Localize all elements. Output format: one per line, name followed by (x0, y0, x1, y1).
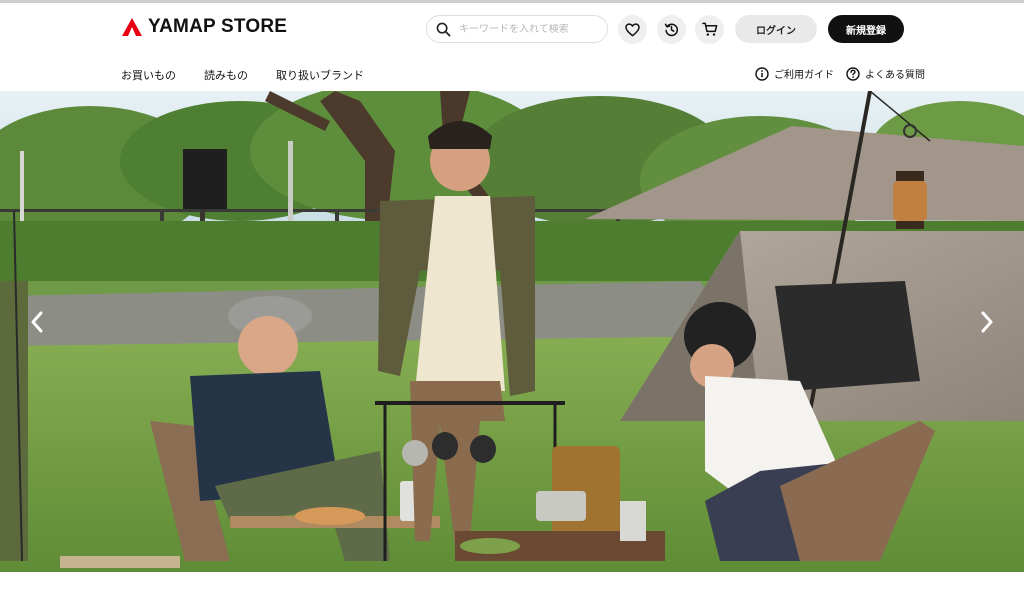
page-below-hero (0, 572, 1024, 605)
store-logo[interactable]: YAMAP STORE (121, 16, 287, 38)
faq-label: よくある質問 (865, 70, 925, 81)
info-icon (755, 66, 769, 81)
main-nav: お買いもの 読みもの 取り扱いブランド (121, 67, 364, 83)
search-box[interactable] (426, 15, 608, 43)
carousel-prev-button[interactable] (24, 309, 50, 335)
nav-reading[interactable]: 読みもの (204, 67, 248, 83)
site-header: YAMAP STORE ログイン 新規登録 お買いもの 読みもの 取り扱いブラン… (0, 3, 1024, 91)
cart-icon (701, 22, 717, 36)
search-icon (436, 22, 451, 36)
nav-shopping[interactable]: お買いもの (121, 67, 176, 83)
history-icon (664, 23, 678, 37)
question-icon (846, 66, 860, 81)
login-button[interactable]: ログイン (735, 15, 817, 43)
hero-image (0, 91, 1024, 572)
heart-icon (625, 22, 640, 36)
hero-carousel (0, 91, 1024, 572)
history-button[interactable] (657, 15, 686, 44)
guide-link[interactable]: ご利用ガイド (755, 66, 834, 81)
faq-link[interactable]: よくある質問 (846, 66, 925, 81)
search-input[interactable] (459, 23, 599, 35)
carousel-next-button[interactable] (974, 309, 1000, 335)
signup-button[interactable]: 新規登録 (828, 15, 904, 43)
guide-label: ご利用ガイド (774, 70, 834, 81)
favorites-button[interactable] (618, 15, 647, 44)
cart-button[interactable] (695, 15, 724, 44)
chevron-right-icon (981, 311, 993, 333)
mountain-logo-icon (122, 18, 142, 36)
nav-brands[interactable]: 取り扱いブランド (276, 67, 364, 83)
help-links: ご利用ガイド よくある質問 (755, 66, 925, 81)
chevron-left-icon (31, 311, 43, 333)
store-name: YAMAP STORE (148, 16, 288, 37)
